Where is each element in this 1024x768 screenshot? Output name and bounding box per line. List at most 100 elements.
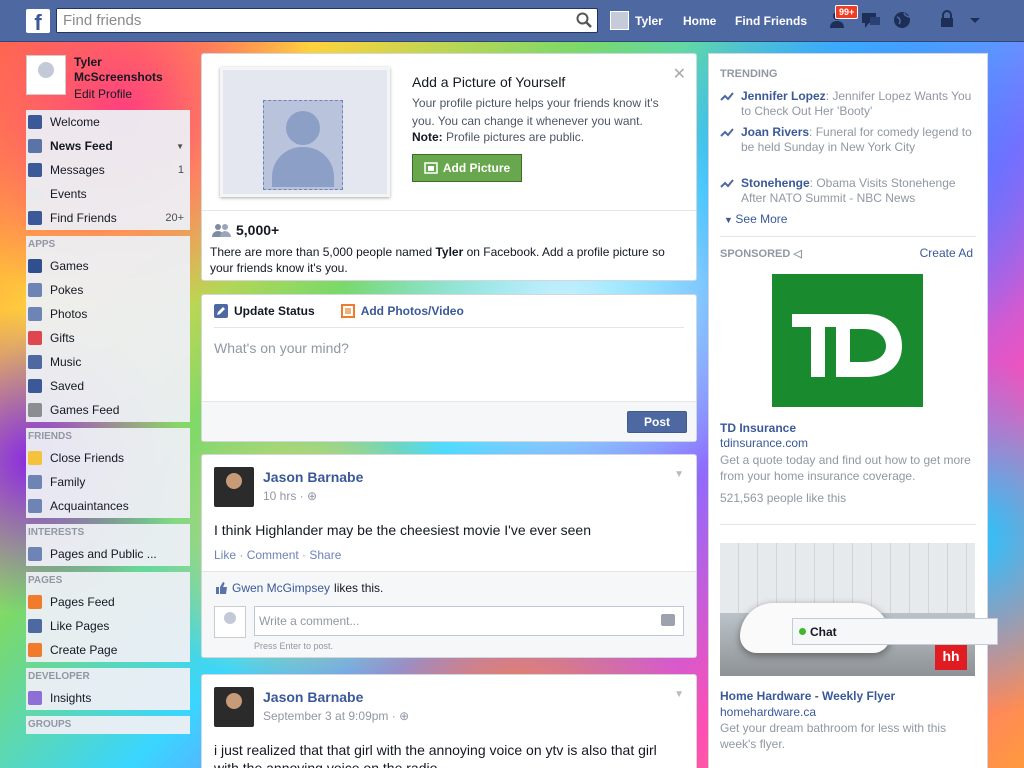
search-box[interactable] [56,8,598,33]
messages-icon[interactable] [860,9,882,31]
ad-bathroom-image[interactable]: hh [720,543,975,676]
sidebar-item-icon [28,355,42,369]
like-link[interactable]: Like [214,548,236,562]
profile-picture[interactable] [26,55,66,95]
sidebar-item-label: Pokes [50,283,84,297]
post-author[interactable]: Jason Barnabe [263,689,363,705]
share-link[interactable]: Share [309,548,341,562]
post-time[interactable]: September 3 at 9:09pm · ⊕ [263,709,409,723]
globe-icon[interactable] [891,9,913,31]
nav-pages-list: Pages Feed Like Pages Create Page [26,590,190,662]
sidebar-item-news-feed[interactable]: News Feed ▼ [26,134,190,158]
nav-find-friends-link[interactable]: Find Friends [735,14,807,28]
sidebar-item-messages[interactable]: Messages 1 [26,158,190,182]
td-logo[interactable] [772,274,923,407]
section-interests-heading[interactable]: INTERESTS [26,524,190,542]
post-button[interactable]: Post [627,411,687,433]
comment-box[interactable] [254,606,684,636]
chevron-down-icon[interactable]: ▼ [674,689,684,700]
sidebar-item-label: Games [50,259,89,273]
camera-icon[interactable] [661,614,675,626]
sidebar-item-insights[interactable]: Insights [26,686,190,710]
sidebar-item-pages-and-public[interactable]: Pages and Public ... [26,542,190,566]
comment-link[interactable]: Comment [247,548,299,562]
sidebar-item-find-friends[interactable]: Find Friends 20+ [26,206,190,230]
sidebar-item-icon [28,403,42,417]
trending-item[interactable]: Stonehenge: Obama Visits Stonehenge Afte… [720,176,975,206]
search-icon[interactable] [575,11,593,29]
sidebar-item-welcome[interactable]: Welcome [26,110,190,134]
trending-item[interactable]: Jennifer Lopez: Jennifer Lopez Wants You… [720,89,975,119]
sidebar-item-games[interactable]: Games [26,254,190,278]
section-friends-heading[interactable]: FRIENDS [26,428,190,446]
sidebar-item-gifts[interactable]: Gifts [26,326,190,350]
right-sidebar: TRENDING Jennifer Lopez: Jennifer Lopez … [708,53,988,768]
nav-profile-link[interactable]: Tyler [610,11,663,30]
tab-update-status[interactable]: Update Status [214,304,315,318]
facebook-logo-icon[interactable]: f [26,9,50,35]
trending-name[interactable]: Joan Rivers [741,125,809,139]
chevron-down-icon[interactable]: ▼ [674,469,684,480]
liker-name[interactable]: Gwen McGimpsey [232,581,330,595]
author-avatar[interactable] [214,687,254,727]
ad-title[interactable]: Home Hardware - Weekly Flyer [720,689,895,703]
profile-name[interactable]: Tyler McScreenshots [74,55,184,85]
sidebar-item-close-friends[interactable]: Close Friends [26,446,190,470]
trending-item[interactable]: Joan Rivers: Funeral for comedy legend t… [720,125,975,155]
sidebar-item-music[interactable]: Music [26,350,190,374]
sidebar-item-label: Pages and Public ... [50,547,157,561]
add-picture-button[interactable]: Add Picture [412,154,522,182]
see-more-link[interactable]: ▼ See More [724,212,787,226]
post-time-text: 10 hrs · [263,489,308,503]
ad-url[interactable]: homehardware.ca [720,705,816,719]
sidebar-item-games-feed[interactable]: Games Feed [26,398,190,422]
trending-heading: TRENDING [720,68,778,80]
trending-name[interactable]: Stonehenge [741,176,810,190]
sidebar-item-icon [28,451,42,465]
close-icon[interactable]: ✕ [673,64,686,84]
section-pages-heading[interactable]: PAGES [26,572,190,590]
sidebar-item-acquaintances[interactable]: Acquaintances [26,494,190,518]
section-apps-heading[interactable]: APPS [26,236,190,254]
sponsored-label: SPONSORED [720,248,791,260]
section-groups-heading[interactable]: GROUPS [26,716,190,734]
post-author[interactable]: Jason Barnabe [263,469,363,485]
add-picture-note: Note: Profile pictures are public. [412,130,584,144]
add-picture-label: Add Picture [442,161,511,175]
nav-home-link[interactable]: Home [683,14,716,28]
sidebar-item-saved[interactable]: Saved [26,374,190,398]
sidebar-item-like-pages[interactable]: Like Pages [26,614,190,638]
edit-profile-link[interactable]: Edit Profile [74,87,132,101]
search-input[interactable] [57,9,557,32]
post-actions: Like · Comment · Share [214,548,342,562]
sidebar-item-events[interactable]: Events [26,182,190,206]
trending-name[interactable]: Jennifer Lopez [741,89,826,103]
chat-bar[interactable]: Chat [792,618,998,645]
comment-input[interactable] [255,607,645,635]
sidebar-item-label: Welcome [50,115,100,129]
home-hardware-logo: hh [935,642,967,670]
privacy-shortcuts-icon[interactable] [938,9,960,31]
add-picture-text: Your profile picture helps your friends … [412,96,659,128]
divider [202,210,696,211]
sidebar-item-family[interactable]: Family [26,470,190,494]
sidebar-item-label: Music [50,355,82,369]
create-ad-link[interactable]: Create Ad [920,246,973,260]
status-input[interactable] [214,340,684,380]
tab-add-photos[interactable]: Add Photos/Video [340,304,464,318]
chevron-down-icon[interactable]: ▼ [176,142,184,151]
sidebar-item-pokes[interactable]: Pokes [26,278,190,302]
author-avatar[interactable] [214,467,254,507]
sidebar-item-pages-feed[interactable]: Pages Feed [26,590,190,614]
chevron-down-icon[interactable] [964,9,986,31]
section-developer-heading[interactable]: DEVELOPER [26,668,190,686]
post-time[interactable]: 10 hrs · ⊕ [263,489,317,503]
sidebar-item-label: News Feed [50,139,113,153]
sidebar-item-photos[interactable]: Photos [26,302,190,326]
sidebar-item-create-page[interactable]: Create Page [26,638,190,662]
ad-url[interactable]: tdinsurance.com [720,436,808,450]
sidebar-item-label: Close Friends [50,451,125,465]
sidebar-item-label: Pages Feed [50,595,115,609]
ad-title[interactable]: TD Insurance [720,421,796,435]
thumbs-up-icon [216,582,227,594]
